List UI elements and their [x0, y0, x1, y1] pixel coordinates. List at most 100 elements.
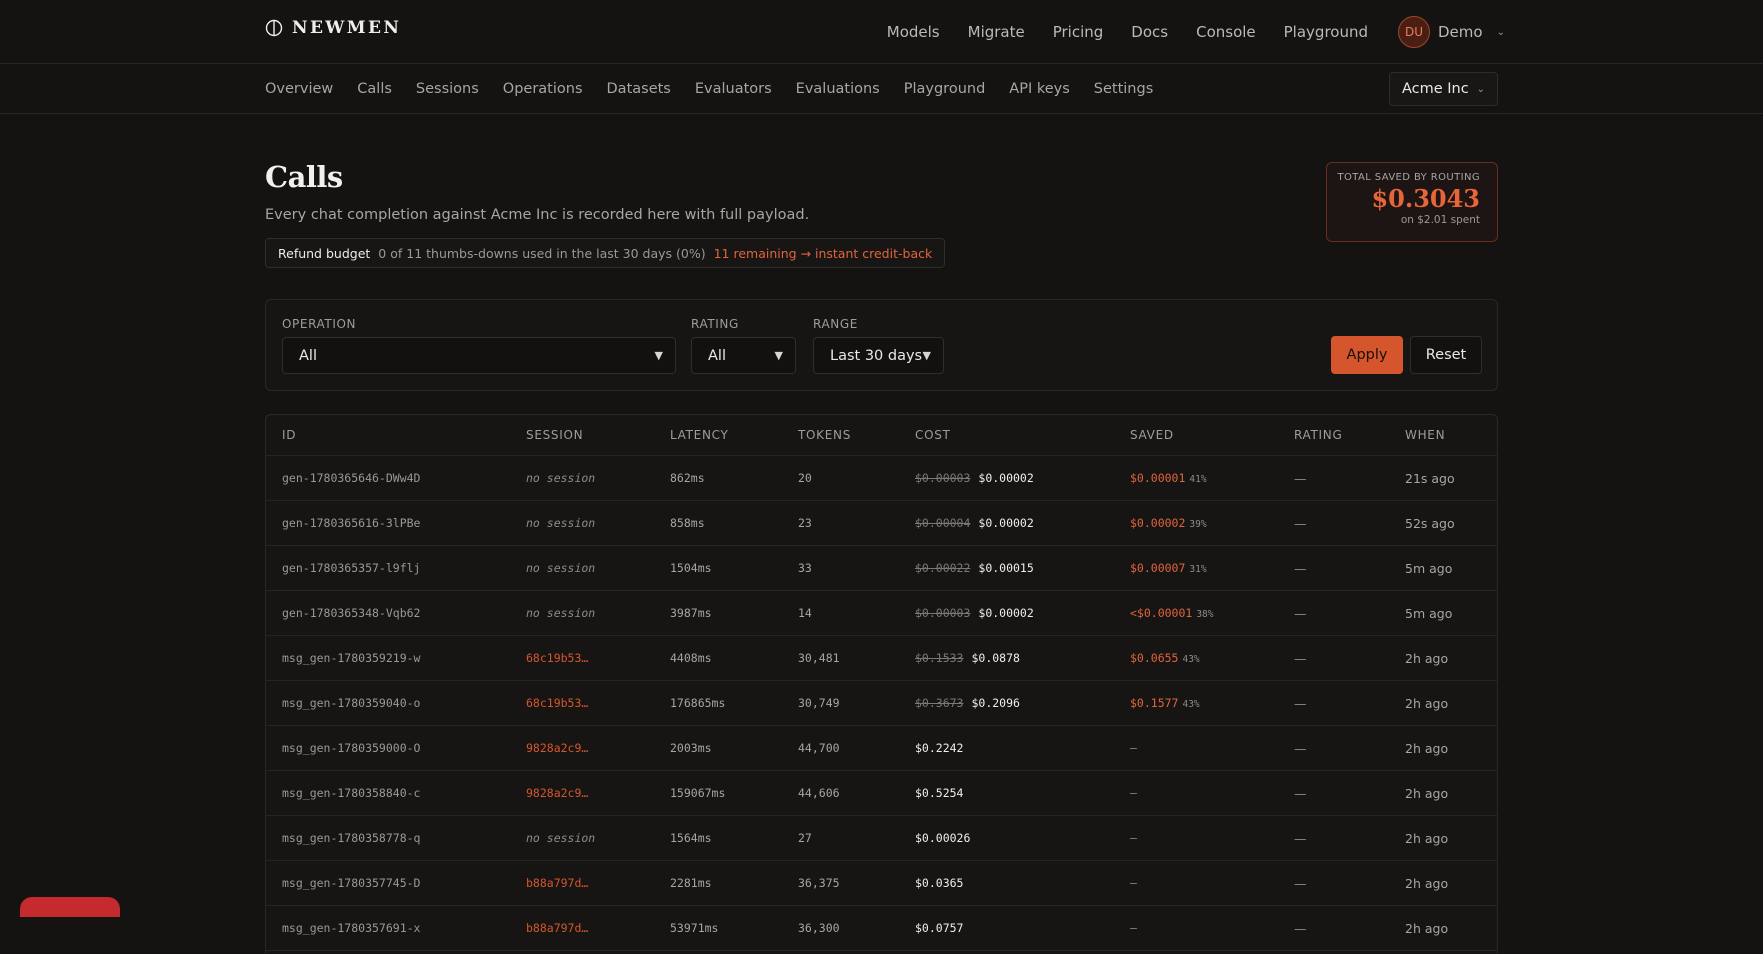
- table-row[interactable]: gen-1780365357-l9flj no session 1504ms 33 $0…: [266, 546, 1497, 591]
- saved-cell: $0.0655 43%: [1130, 636, 1200, 681]
- saved-cell: –: [1130, 861, 1137, 906]
- refund-link[interactable]: 11 remaining → instant credit-back: [714, 246, 933, 261]
- brand-name: NEWMEN: [292, 18, 402, 38]
- tab-settings[interactable]: Settings: [1094, 81, 1153, 97]
- col-id[interactable]: ID: [282, 415, 296, 456]
- table-row[interactable]: msg_gen-1780359040-o 68c19b53… 176865ms 30,…: [266, 681, 1497, 726]
- col-rating[interactable]: RATING: [1294, 415, 1342, 456]
- chevron-down-icon: ▼: [774, 349, 783, 362]
- rating-cell[interactable]: —: [1294, 906, 1307, 951]
- col-latency[interactable]: LATENCY: [670, 415, 729, 456]
- saved-amount: $0.0655: [1130, 651, 1179, 665]
- rating-cell[interactable]: —: [1294, 681, 1307, 726]
- nav-docs[interactable]: Docs: [1131, 23, 1168, 41]
- nav-playground[interactable]: Playground: [1284, 23, 1368, 41]
- routed-cost: $0.0365: [915, 876, 964, 890]
- table-row[interactable]: msg_gen-1780359219-w 68c19b53… 4408ms 30,48…: [266, 636, 1497, 681]
- table-row[interactable]: gen-1780365348-Vqb62 no session 3987ms 14 $0…: [266, 591, 1497, 636]
- cost-cell: $0.00003 $0.00002: [915, 456, 1034, 501]
- tab-api-keys[interactable]: API keys: [1009, 81, 1070, 97]
- call-id[interactable]: msg_gen-1780357745-D: [282, 861, 420, 906]
- nav-console[interactable]: Console: [1196, 23, 1256, 41]
- table-row[interactable]: msg_gen-1780357745-D b88a797d… 2281ms 36,37…: [266, 861, 1497, 906]
- session-cell[interactable]: 9828a2c9…: [526, 726, 588, 771]
- operation-select[interactable]: All ▼: [282, 337, 676, 374]
- rating-filter: RATING All ▼: [691, 317, 796, 374]
- nav-migrate[interactable]: Migrate: [968, 23, 1025, 41]
- rating-cell[interactable]: —: [1294, 861, 1307, 906]
- call-id[interactable]: gen-1780365646-DWw4D: [282, 456, 420, 501]
- when-cell: 21s ago: [1405, 471, 1455, 486]
- table-row[interactable]: msg_gen-1780359000-O 9828a2c9… 2003ms 44,70…: [266, 726, 1497, 771]
- routed-cost: $0.00026: [915, 831, 971, 845]
- tab-evaluators[interactable]: Evaluators: [695, 81, 772, 97]
- nav-pricing[interactable]: Pricing: [1053, 23, 1104, 41]
- routed-cost: $0.00002: [978, 516, 1034, 530]
- col-when[interactable]: WHEN: [1405, 415, 1445, 456]
- call-id[interactable]: msg_gen-1780358778-q: [282, 816, 420, 861]
- range-select[interactable]: Last 30 days ▼: [813, 337, 944, 374]
- tokens-cell: 36,300: [798, 921, 840, 935]
- tab-operations[interactable]: Operations: [503, 81, 583, 97]
- original-cost: $0.00004: [915, 516, 971, 530]
- rating-cell[interactable]: —: [1294, 546, 1307, 591]
- user-menu[interactable]: DU Demo ⌄: [1398, 16, 1505, 48]
- tokens-cell: 30,481: [798, 651, 840, 665]
- col-cost[interactable]: COST: [915, 415, 951, 456]
- cost-cell: $0.5254: [915, 771, 963, 816]
- rating-select[interactable]: All ▼: [691, 337, 796, 374]
- rating-cell[interactable]: —: [1294, 726, 1307, 771]
- table-row[interactable]: gen-1780365646-DWw4D no session 862ms 20 $0.…: [266, 456, 1497, 501]
- tab-calls[interactable]: Calls: [357, 81, 392, 97]
- rating-cell[interactable]: —: [1294, 816, 1307, 861]
- saved-amount: –: [1130, 741, 1137, 755]
- call-id[interactable]: msg_gen-1780358840-c: [282, 771, 420, 816]
- rating-cell[interactable]: —: [1294, 591, 1307, 636]
- refund-text: 0 of 11 thumbs-downs used in the last 30…: [378, 245, 706, 261]
- rating-value: All: [708, 347, 726, 364]
- tab-playground[interactable]: Playground: [904, 81, 986, 97]
- refund-label: Refund budget: [278, 245, 371, 261]
- session-cell[interactable]: 9828a2c9…: [526, 771, 588, 816]
- table-row[interactable]: msg_gen-1780358840-c 9828a2c9… 159067ms 44,…: [266, 771, 1497, 816]
- org-switcher[interactable]: Acme Inc ⌄: [1389, 72, 1498, 106]
- tab-overview[interactable]: Overview: [265, 81, 333, 97]
- tab-evaluations[interactable]: Evaluations: [796, 81, 880, 97]
- session-cell[interactable]: b88a797d…: [526, 861, 588, 906]
- table-row[interactable]: msg_gen-1780358778-q no session 1564ms 27 $0…: [266, 816, 1497, 861]
- original-cost: $0.1533: [915, 651, 964, 665]
- nav-models[interactable]: Models: [887, 23, 940, 41]
- call-id[interactable]: gen-1780365616-3lPBe: [282, 501, 420, 546]
- rating-cell[interactable]: —: [1294, 636, 1307, 681]
- table-row[interactable]: msg_gen-1780357691-x b88a797d… 53971ms 36,3…: [266, 906, 1497, 951]
- tab-sessions[interactable]: Sessions: [416, 81, 479, 97]
- col-session[interactable]: SESSION: [526, 415, 583, 456]
- table-row[interactable]: gen-1780365616-3lPBe no session 858ms 23 $0.…: [266, 501, 1497, 546]
- page-title: Calls: [265, 160, 343, 194]
- brand[interactable]: NEWMEN: [265, 18, 401, 38]
- when-cell: 2h ago: [1405, 741, 1449, 756]
- session-cell[interactable]: b88a797d…: [526, 906, 588, 951]
- call-id[interactable]: msg_gen-1780359219-w: [282, 636, 420, 681]
- rating-cell[interactable]: —: [1294, 456, 1307, 501]
- call-id[interactable]: gen-1780365348-Vqb62: [282, 591, 420, 636]
- rating-cell[interactable]: —: [1294, 501, 1307, 546]
- notification-pill[interactable]: [20, 897, 120, 917]
- call-id[interactable]: msg_gen-1780357691-x: [282, 906, 420, 951]
- tokens-cell: 33: [798, 561, 812, 575]
- col-saved[interactable]: SAVED: [1130, 415, 1174, 456]
- session-cell[interactable]: 68c19b53…: [526, 636, 588, 681]
- apply-button[interactable]: Apply: [1331, 336, 1403, 374]
- tab-datasets[interactable]: Datasets: [607, 81, 671, 97]
- rating-cell[interactable]: —: [1294, 771, 1307, 816]
- call-id[interactable]: gen-1780365357-l9flj: [282, 546, 420, 591]
- chevron-down-icon: ▼: [922, 349, 931, 362]
- call-id[interactable]: msg_gen-1780359000-O: [282, 726, 420, 771]
- session-cell[interactable]: 68c19b53…: [526, 681, 588, 726]
- col-tokens[interactable]: TOKENS: [798, 415, 851, 456]
- reset-button[interactable]: Reset: [1410, 336, 1482, 374]
- saved-percent: 43%: [1182, 699, 1200, 710]
- table-header: ID SESSION LATENCY TOKENS COST SAVED RAT…: [266, 415, 1497, 456]
- call-id[interactable]: msg_gen-1780359040-o: [282, 681, 420, 726]
- cost-cell: $0.2242: [915, 726, 963, 771]
